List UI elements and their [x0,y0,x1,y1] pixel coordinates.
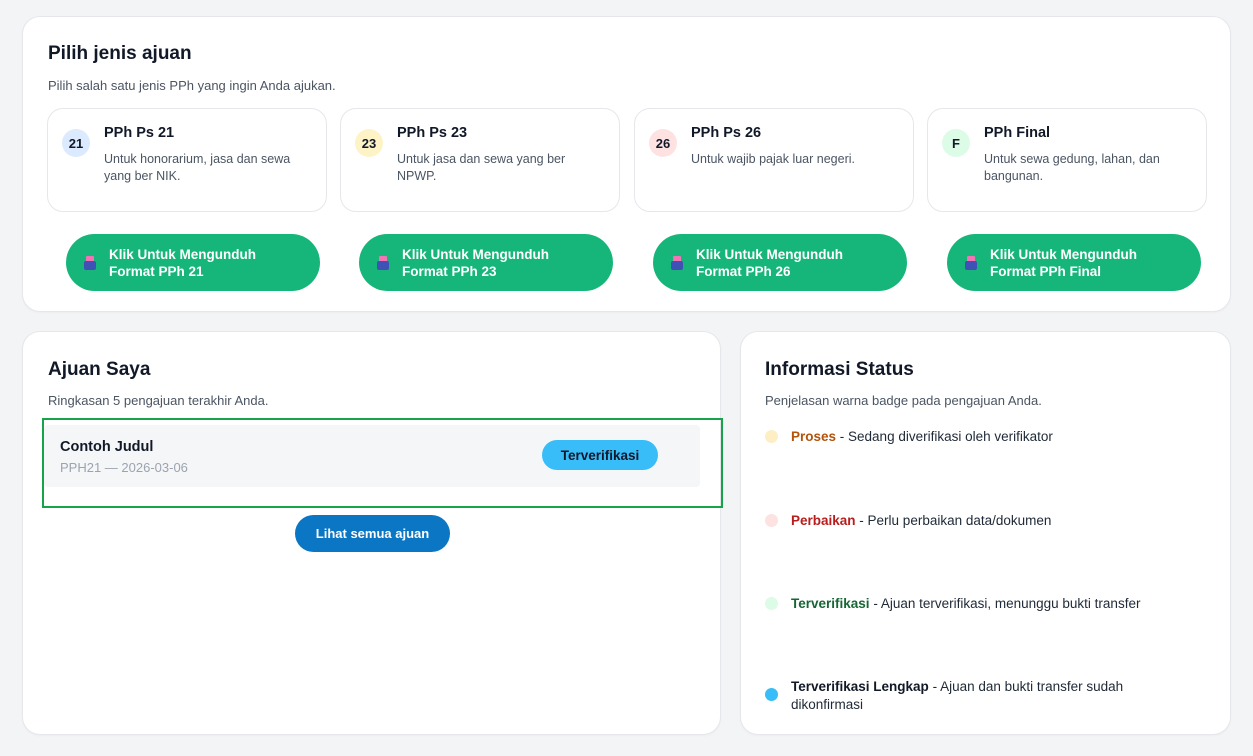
download-button-line1: Klik Untuk Mengunduh [990,246,1137,262]
type-card-pph-final[interactable]: F PPh Final Untuk sewa gedung, lahan, da… [927,108,1207,212]
my-submissions-panel: Ajuan Saya Ringkasan 5 pengajuan terakhi… [22,331,723,735]
type-title: PPh Final [984,125,1051,141]
type-badge: 21 [62,129,90,157]
download-button-line1: Klik Untuk Mengunduh [402,246,549,262]
panel-title: Ajuan Saya [48,359,151,380]
status-key: Terverifikasi Lengkap [791,679,929,694]
status-legend-item-terverifikasi-lengkap: Terverifikasi Lengkap - Ajuan dan bukti … [765,678,1175,714]
type-title: PPh Ps 26 [691,125,762,141]
download-button-line2: Format PPh Final [990,263,1102,279]
document-download-icon [671,255,683,270]
status-legend-item-proses: Proses - Sedang diverifikasi oleh verifi… [765,428,1205,446]
status-info-panel: Informasi Status Penjelasan warna badge … [740,331,1231,735]
status-description: - Sedang diverifikasi oleh verifikator [836,429,1053,444]
type-badge: F [942,129,970,157]
download-button-line2: Format PPh 26 [696,263,791,279]
type-title: PPh Ps 23 [397,125,468,141]
list-item[interactable]: Contoh Judul PPH21 — 2026-03-06 Terverif… [44,425,700,487]
type-card-pph26[interactable]: 26 PPh Ps 26 Untuk wajib pajak luar nege… [634,108,914,212]
status-dot [765,688,778,701]
see-all-submissions-button[interactable]: Lihat semua ajuan [295,515,450,552]
status-key: Terverifikasi [791,596,870,611]
document-download-icon [377,255,389,270]
type-card-pph21[interactable]: 21 PPh Ps 21 Untuk honorarium, jasa dan … [47,108,327,212]
type-badge: 26 [649,129,677,157]
type-description: Untuk honorarium, jasa dan sewa yang ber… [104,152,291,183]
status-key: Proses [791,429,837,444]
download-button-line1: Klik Untuk Mengunduh [696,246,843,262]
panel-subtitle: Ringkasan 5 pengajuan terakhir Anda. [48,393,269,408]
status-badge: Terverifikasi [542,440,658,470]
type-description: Untuk jasa dan sewa yang ber NPWP. [397,152,566,183]
download-button-line2: Format PPh 21 [109,263,204,279]
submission-type-panel: Pilih jenis ajuan Pilih salah satu jenis… [22,16,1231,312]
status-legend-item-terverifikasi: Terverifikasi - Ajuan terverifikasi, men… [765,595,1205,613]
type-title: PPh Ps 21 [104,125,175,141]
panel-title: Informasi Status [765,359,914,380]
panel-title: Pilih jenis ajuan [48,43,192,64]
type-description: Untuk sewa gedung, lahan, dan bangunan. [984,152,1160,183]
status-dot [765,430,778,443]
panel-subtitle: Penjelasan warna badge pada pengajuan An… [765,393,1042,408]
download-format-pph23-button[interactable]: Klik Untuk Mengunduh Format PPh 23 [359,234,613,291]
download-format-pph21-button[interactable]: Klik Untuk Mengunduh Format PPh 21 [66,234,320,291]
download-button-line1: Klik Untuk Mengunduh [109,246,256,262]
status-dot [765,514,778,527]
document-download-icon [965,255,977,270]
panel-subtitle: Pilih salah satu jenis PPh yang ingin An… [48,78,336,93]
submission-title: Contoh Judul [60,439,154,455]
status-legend-item-perbaikan: Perbaikan - Perlu perbaikan data/dokumen [765,512,1205,530]
status-description: - Ajuan terverifikasi, menunggu bukti tr… [869,596,1141,611]
submission-meta: PPH21 — 2026-03-06 [60,460,188,475]
type-card-pph23[interactable]: 23 PPh Ps 23 Untuk jasa dan sewa yang be… [340,108,620,212]
status-key: Perbaikan [791,513,856,528]
type-badge: 23 [355,129,383,157]
status-description: - Perlu perbaikan data/dokumen [855,513,1052,528]
download-format-pph-final-button[interactable]: Klik Untuk Mengunduh Format PPh Final [947,234,1201,291]
document-download-icon [84,255,96,270]
download-button-line2: Format PPh 23 [402,263,497,279]
download-format-pph26-button[interactable]: Klik Untuk Mengunduh Format PPh 26 [653,234,907,291]
status-dot [765,597,778,610]
type-description: Untuk wajib pajak luar negeri. [691,152,855,166]
